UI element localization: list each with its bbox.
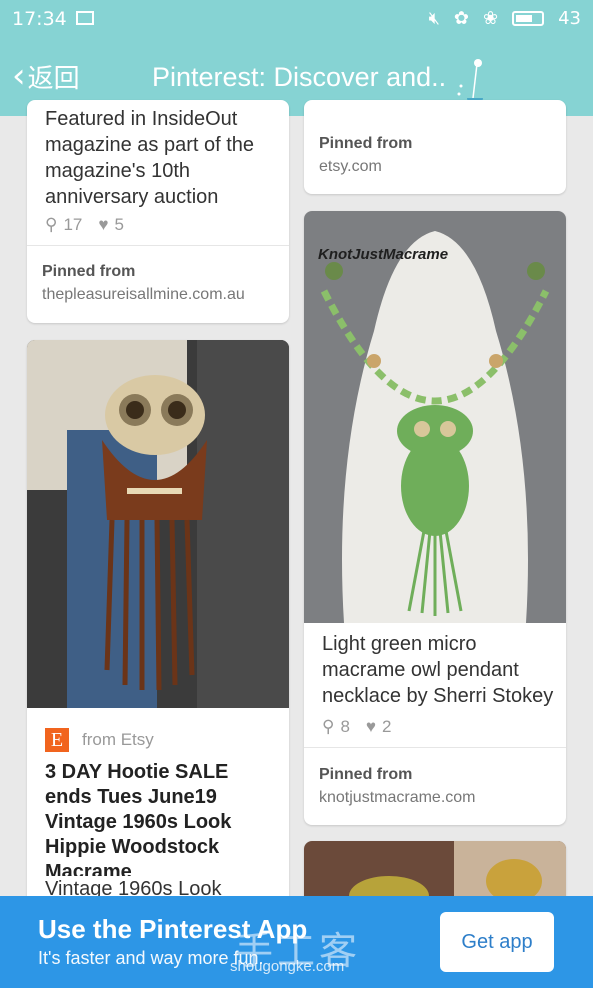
pin-description-line: Featured in InsideOut [45, 108, 238, 130]
pin-description-line: Light green micro [322, 633, 477, 655]
battery-level: 43 [558, 8, 581, 29]
back-label: 返回 [27, 62, 80, 93]
like-count: 2 [382, 717, 392, 736]
battery-icon [512, 11, 545, 26]
pin-card[interactable]: KnotJustMacrame Light green micro macram… [304, 211, 566, 825]
get-app-button[interactable]: Get app [440, 912, 554, 972]
flower-icon: ✿ [453, 8, 469, 29]
status-bar: 17:34 🔇︎ ✿ ❀ 43 [0, 0, 593, 38]
pinned-source: thepleasureisallmine.com.au [42, 286, 245, 303]
pinned-source: knotjustmacrame.com [319, 789, 476, 806]
like-count: 5 [114, 215, 124, 234]
pin-title-line: Macrame [45, 861, 132, 876]
repin-count: 8 [340, 717, 350, 736]
pin-description-line: macrame owl pendant [322, 659, 519, 681]
heart-icon: ♥ [98, 215, 109, 234]
repin-icon: ⚲ [45, 215, 58, 234]
image-caption: KnotJustMacrame [318, 246, 448, 263]
pin-image[interactable] [27, 340, 289, 708]
pin-card[interactable]: Featured in InsideOut magazine as part o… [27, 100, 289, 323]
pin-title-line: ends Tues June19 [45, 786, 217, 808]
pinned-from-section[interactable]: Pinned from knotjustmacrame.com [304, 747, 566, 807]
image-notification-icon [76, 11, 94, 25]
pin-stats: ⚲ 8 ♥ 2 [322, 717, 391, 737]
watermark-url: shougongke.com [230, 958, 345, 975]
repin-count: 17 [63, 215, 83, 234]
pin-card[interactable]: E from Etsy 3 DAY Hootie SALE ends Tues … [27, 340, 289, 960]
pin-description-line: necklace by Sherri Stokey [322, 685, 554, 707]
back-button[interactable]: ‹ 返回 [12, 56, 80, 96]
heart-icon: ♥ [365, 717, 377, 736]
pinned-from-label: Pinned from [319, 766, 413, 783]
pin-card[interactable]: Pinned from etsy.com [304, 100, 566, 194]
pin-stats: ⚲ 17 ♥ 5 [45, 215, 124, 235]
pin-description-line: magazine's 10th [45, 160, 191, 182]
pin-description-line: magazine as part of the [45, 134, 255, 156]
pin-title-line: 3 DAY Hootie SALE [45, 761, 229, 783]
pinned-from-section[interactable]: Pinned from etsy.com [319, 135, 412, 176]
repin-icon: ⚲ [322, 717, 335, 736]
pin-description-line: anniversary auction [45, 186, 219, 208]
etsy-logo-icon: E [45, 728, 69, 752]
chevron-left-icon: ‹ [12, 56, 26, 96]
pinned-from-label: Pinned from [42, 263, 136, 280]
page-title: Pinterest: Discover and.. [152, 62, 447, 92]
status-time: 17:34 [12, 8, 67, 30]
pinned-from-section[interactable]: Pinned from thepleasureisallmine.com.au [27, 245, 289, 304]
flower-outline-icon: ❀ [483, 8, 499, 29]
pin-title-line: Vintage 1960s Look [45, 811, 232, 833]
pin-title-line: Hippie Woodstock [45, 836, 220, 858]
mute-icon: 🔇︎ [428, 8, 440, 29]
pin-image[interactable]: KnotJustMacrame [304, 211, 566, 623]
pinned-from-label: Pinned from [319, 135, 413, 152]
pinned-source: etsy.com [319, 158, 382, 175]
from-source-label[interactable]: from Etsy [82, 730, 154, 750]
